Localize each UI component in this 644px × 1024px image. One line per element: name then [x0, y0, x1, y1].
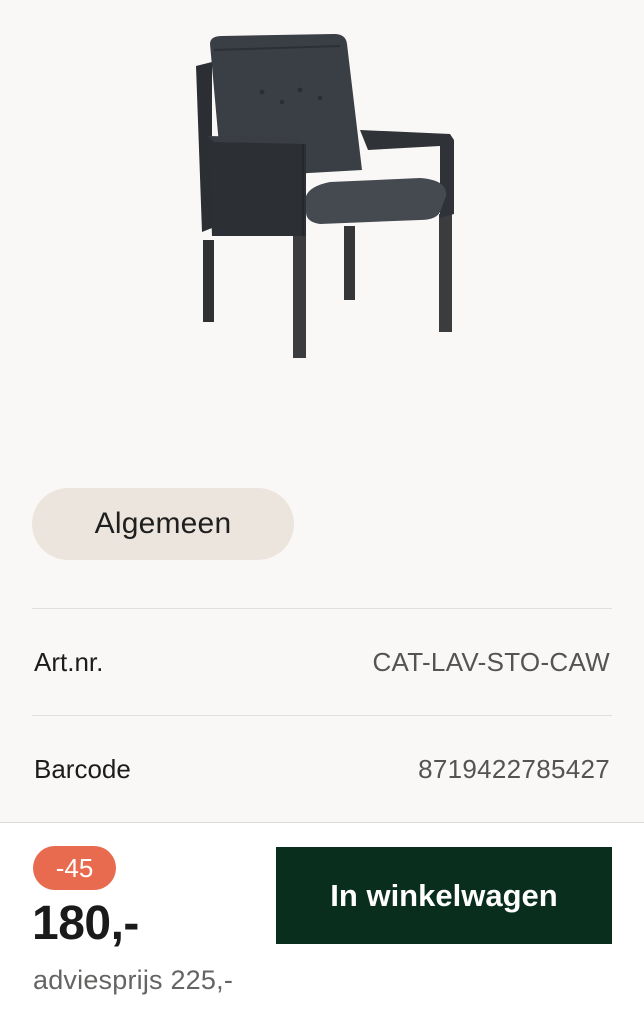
discount-badge: -45: [33, 846, 116, 890]
chair-leg: [344, 226, 355, 300]
product-image[interactable]: [0, 0, 644, 460]
chair-seat: [306, 178, 447, 224]
spec-row-barcode: Barcode 8719422785427: [32, 716, 612, 822]
price: 180,-: [32, 897, 139, 950]
spec-value: CAT-LAV-STO-CAW: [372, 646, 610, 677]
chair-leg: [439, 214, 452, 332]
advice-price-value: 225,-: [170, 965, 234, 995]
chair-leg: [293, 232, 306, 358]
spec-label: Art.nr.: [34, 646, 104, 677]
chair-illustration: [196, 34, 454, 358]
product-page: Algemeen Art.nr. CAT-LAV-STO-CAW Barcode…: [0, 0, 644, 1024]
chair-leg: [203, 240, 214, 322]
tab-algemeen[interactable]: Algemeen: [32, 488, 294, 560]
add-to-cart-button[interactable]: In winkelwagen: [276, 847, 612, 944]
add-to-cart-label: In winkelwagen: [330, 877, 558, 913]
chair-arm-left: [208, 136, 306, 236]
spec-row-article-number: Art.nr. CAT-LAV-STO-CAW: [32, 609, 612, 715]
advice-price: adviesprijs 225,-: [33, 965, 233, 996]
tab-algemeen-label: Algemeen: [94, 507, 232, 540]
discount-badge-text: -45: [55, 852, 94, 883]
spec-label: Barcode: [34, 753, 131, 784]
advice-price-label: adviesprijs: [33, 965, 163, 995]
spec-value: 8719422785427: [418, 753, 610, 784]
